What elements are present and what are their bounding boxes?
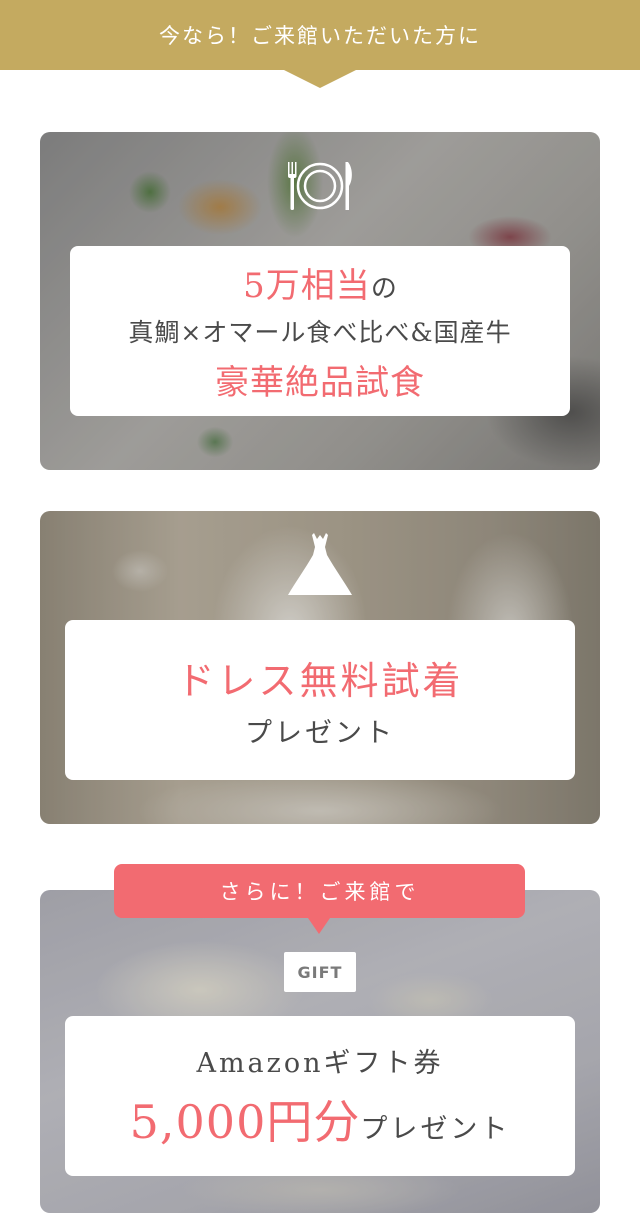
gift-icon-label: GIFT — [297, 962, 343, 982]
gift-bubble: さらに！ご来館で — [114, 864, 525, 918]
gift-box: Amazonギフト券 5,000円分 プレゼント — [65, 1016, 575, 1176]
dress-box: ドレス無料試着 プレゼント — [65, 620, 575, 780]
tasting-headline: 豪華絶品試食 — [215, 363, 425, 403]
tasting-description: 真鯛×オマール食べ比べ&国産牛 — [128, 318, 512, 347]
dress-headline: ドレス無料試着 — [176, 659, 464, 703]
banner-arrow — [284, 70, 356, 88]
banner-text: 今なら！ご来館いただいた方に — [159, 24, 481, 48]
tasting-card: 5万相当 の 真鯛×オマール食べ比べ&国産牛 豪華絶品試食 — [40, 132, 600, 470]
tasting-box: 5万相当 の 真鯛×オマール食べ比べ&国産牛 豪華絶品試食 — [70, 246, 570, 416]
gift-icon: GIFT — [284, 952, 356, 992]
dress-card: ドレス無料試着 プレゼント — [40, 511, 600, 824]
dress-sub: プレゼント — [245, 718, 395, 749]
gift-title: Amazonギフト券 — [196, 1047, 444, 1079]
tasting-particle: の — [370, 274, 397, 304]
cutlery-plate-icon — [285, 160, 355, 212]
gift-card: GIFT Amazonギフト券 5,000円分 プレゼント — [40, 890, 600, 1213]
bubble-tail — [308, 918, 330, 934]
promo-banner: 今なら！ご来館いただいた方に — [0, 0, 640, 70]
gift-amount: 5,000円分 — [129, 1094, 361, 1149]
gift-bubble-text: さらに！ご来館で — [219, 880, 420, 904]
gift-sub: プレゼント — [360, 1113, 511, 1145]
tasting-amount: 5万相当 — [243, 266, 371, 306]
wedding-dress-icon — [285, 529, 355, 599]
